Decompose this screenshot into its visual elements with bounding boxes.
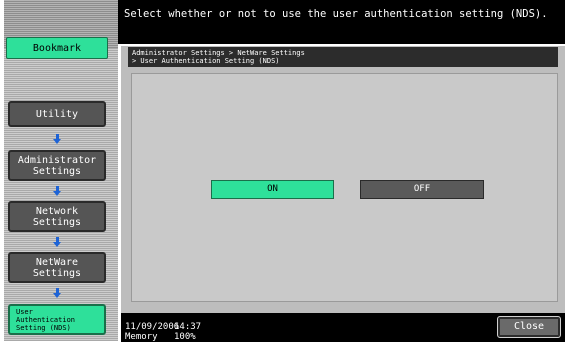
memory-value: 100% — [174, 332, 196, 342]
sidebar-item-label: Settings — [32, 216, 82, 228]
sidebar-item-network-settings[interactable]: Network Settings — [8, 201, 106, 232]
sidebar-item-label: Network — [35, 205, 79, 217]
sidebar-item-label: Administrator — [17, 154, 97, 166]
header-message: Select whether or not to use the user au… — [124, 8, 548, 20]
on-button[interactable]: ON — [211, 180, 334, 199]
screen: Select whether or not to use the user au… — [0, 0, 567, 343]
sidebar-item-label: User — [16, 307, 33, 316]
sidebar-item-administrator-settings[interactable]: Administrator Settings — [8, 150, 106, 181]
bookmark-button[interactable]: Bookmark — [6, 37, 108, 59]
sidebar-item-label: Utility — [35, 108, 79, 120]
sidebar-item-user-authentication-setting[interactable]: User Authentication Setting (NDS) — [8, 304, 106, 335]
sidebar-item-label: NetWare — [35, 256, 79, 268]
sidebar-item-label: Authentication — [16, 315, 76, 324]
breadcrumb-line1: Administrator Settings > NetWare Setting… — [132, 49, 305, 57]
message-bar: Select whether or not to use the user au… — [118, 0, 565, 44]
time-label: 14:37 — [174, 322, 202, 332]
memory-label: Memory — [125, 332, 158, 342]
sidebar-item-utility[interactable]: Utility — [8, 101, 106, 127]
close-button[interactable]: Close — [497, 316, 561, 338]
off-button[interactable]: OFF — [360, 180, 484, 199]
sidebar-item-netware-settings[interactable]: NetWare Settings — [8, 252, 106, 283]
options-area — [131, 73, 558, 302]
sidebar-item-label: Settings — [32, 267, 82, 279]
sidebar-item-label: Settings — [32, 165, 82, 177]
breadcrumb: Administrator Settings > NetWare Setting… — [128, 47, 558, 67]
breadcrumb-line2: > User Authentication Setting (NDS) — [132, 57, 280, 65]
sidebar-item-label: Setting (NDS) — [16, 323, 71, 332]
date-label: 11/09/2006 — [125, 322, 180, 332]
